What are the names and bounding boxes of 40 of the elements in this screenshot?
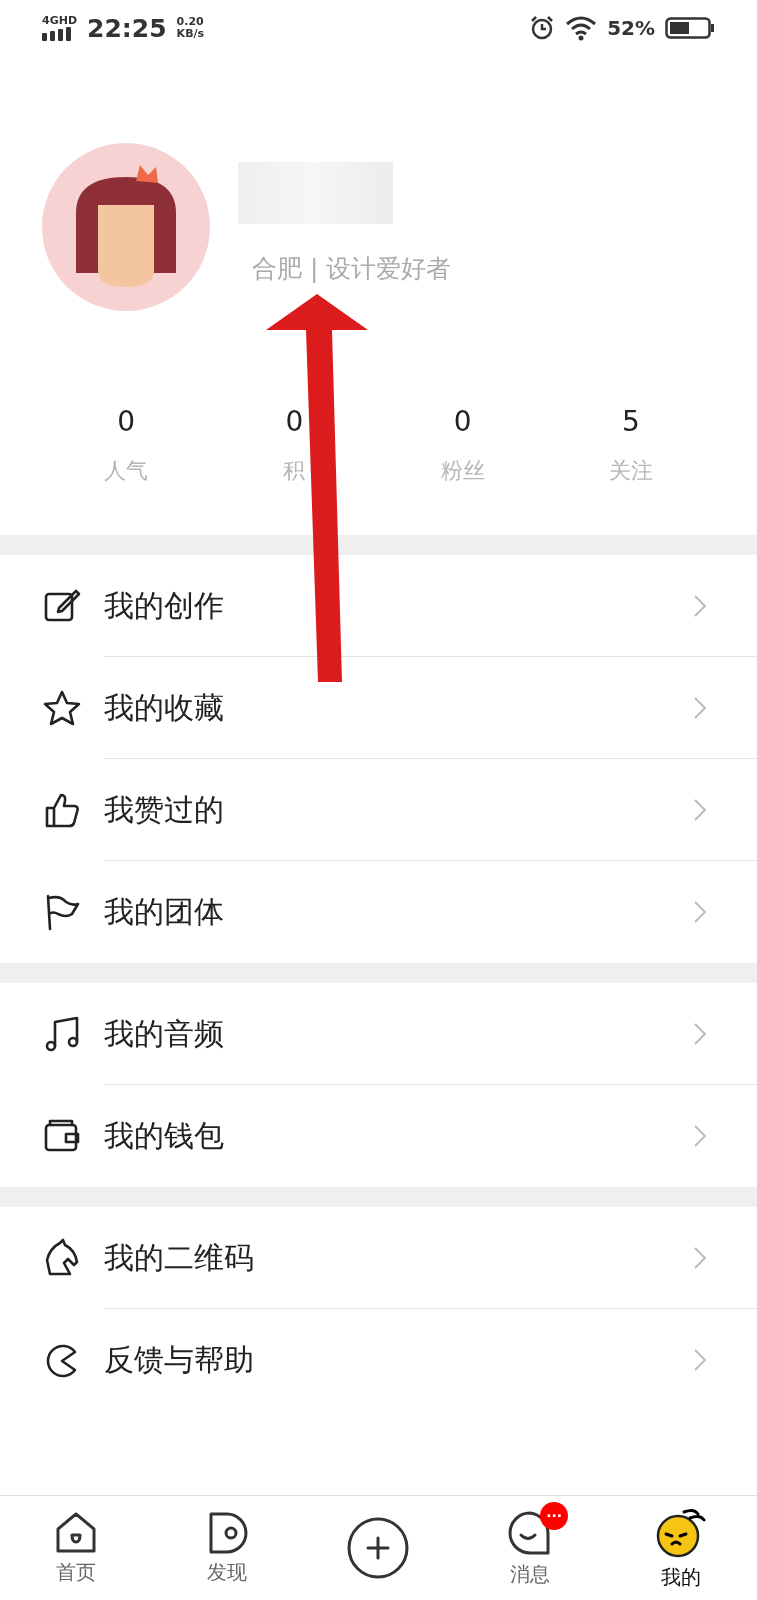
speed-unit: KB/s — [176, 28, 205, 40]
chevron-right-icon — [693, 696, 707, 720]
profile-subtitle: 合肥 | 设计爱好者 — [252, 252, 452, 285]
menu-item[interactable]: 我的钱包 — [0, 1085, 757, 1187]
notification-badge: ··· — [540, 1502, 569, 1530]
stat-label: 积 — [283, 457, 306, 485]
stat-label: 粉丝 — [440, 457, 485, 485]
chevron-right-icon — [693, 1124, 707, 1148]
chevron-right-icon — [693, 798, 707, 822]
stat-label: 人气 — [104, 457, 149, 485]
menu-item[interactable]: 反馈与帮助 — [0, 1309, 757, 1411]
clock-time: 22:25 — [87, 13, 167, 43]
network-speed: 0.20 — [176, 16, 205, 28]
stat-label: 关注 — [608, 457, 653, 485]
star-icon — [42, 688, 82, 728]
stat-value: 5 — [621, 405, 640, 438]
avatar[interactable] — [42, 143, 210, 311]
chevron-right-icon — [693, 1348, 707, 1372]
nav-tab[interactable]: 发现 — [151, 1496, 303, 1600]
menu-item[interactable]: 我的音频 — [0, 983, 757, 1085]
wifi-icon — [565, 15, 598, 41]
network-type: 4GHD — [42, 15, 78, 27]
signal-icon — [42, 27, 72, 41]
chevron-right-icon — [693, 1022, 707, 1046]
stat-value: 0 — [285, 405, 304, 438]
nav-tab[interactable]: 消息 ··· — [454, 1496, 606, 1600]
chevron-right-icon — [693, 594, 707, 618]
menu-item[interactable]: 我的创作 — [0, 555, 757, 657]
menu-item[interactable]: 我赞过的 — [0, 759, 757, 861]
nav-tab[interactable]: 我的 — [605, 1496, 757, 1600]
chevron-right-icon — [693, 1246, 707, 1270]
menu-item[interactable]: 我的收藏 — [0, 657, 757, 759]
nav-tab[interactable]: 首页 — [0, 1496, 152, 1600]
stat-value: 0 — [117, 405, 136, 438]
menu-item[interactable]: 我的团体 — [0, 861, 757, 963]
battery-icon — [665, 17, 715, 39]
chevron-right-icon — [693, 900, 707, 924]
menu-item[interactable]: 我的二维码 — [0, 1207, 757, 1309]
battery-percent: 52% — [607, 16, 655, 40]
stat-value: 0 — [453, 405, 472, 438]
